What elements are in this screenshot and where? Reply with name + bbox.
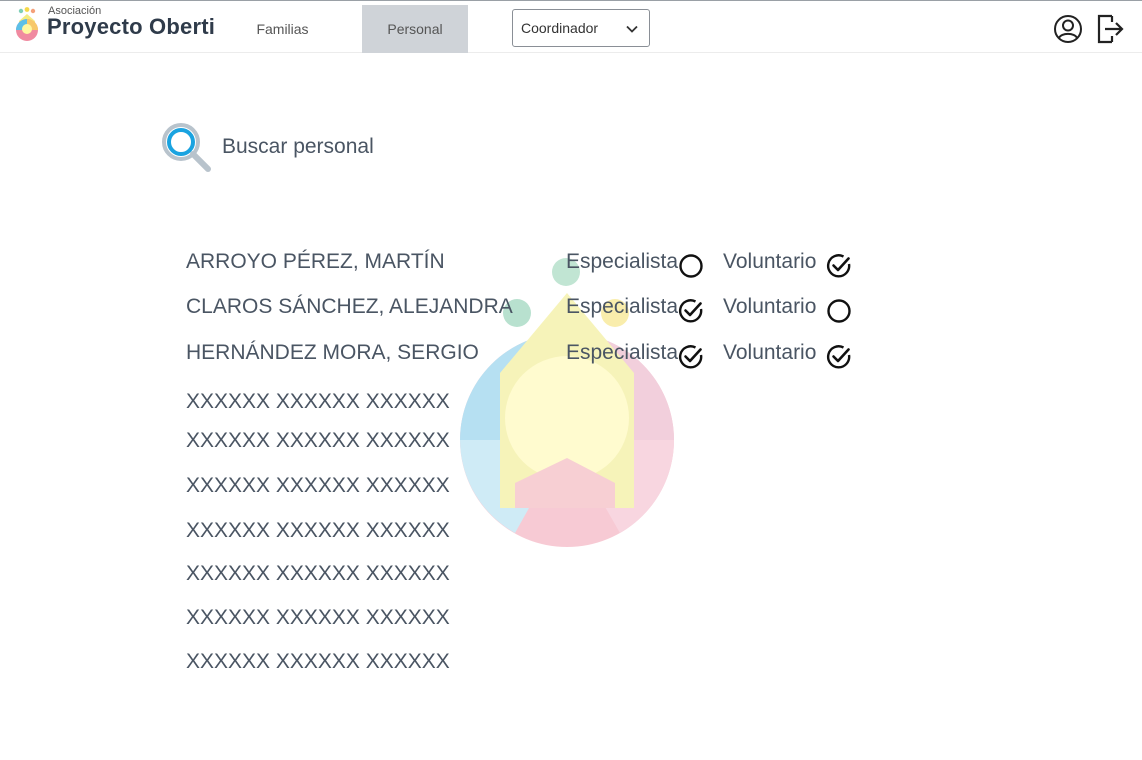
- voluntario-label: Voluntario: [723, 250, 817, 273]
- voluntario-label: Voluntario: [723, 295, 817, 318]
- voluntario-toggle[interactable]: Voluntario: [723, 250, 853, 280]
- tab-familias[interactable]: Familias: [240, 5, 325, 53]
- tab-personal[interactable]: Personal: [362, 5, 468, 53]
- especialista-toggle[interactable]: Especialista: [566, 250, 706, 280]
- staff-name[interactable]: HERNÁNDEZ MORA, SERGIO: [186, 341, 479, 365]
- search-label: Buscar personal: [222, 135, 374, 158]
- logo-mark-icon: [16, 7, 38, 41]
- especialista-label: Especialista: [566, 250, 679, 273]
- top-nav-bar: Asociación Proyecto Oberti Familias Pers…: [0, 1, 1142, 53]
- logout-icon[interactable]: [1096, 13, 1124, 45]
- empty-circle-icon[interactable]: [678, 253, 704, 279]
- magnifier-icon: [162, 123, 211, 172]
- check-circle-icon[interactable]: [826, 253, 852, 279]
- placeholder-row: XXXXXX XXXXXX XXXXXX: [186, 474, 450, 497]
- placeholder-row: XXXXXX XXXXXX XXXXXX: [186, 390, 450, 413]
- voluntario-toggle[interactable]: Voluntario: [723, 341, 853, 371]
- logo-title: Proyecto Oberti: [47, 14, 216, 39]
- empty-circle-icon[interactable]: [826, 298, 852, 324]
- staff-name[interactable]: ARROYO PÉREZ, MARTÍN: [186, 250, 445, 274]
- placeholder-row: XXXXXX XXXXXX XXXXXX: [186, 562, 450, 585]
- especialista-label: Especialista: [566, 341, 679, 364]
- search-personal[interactable]: Buscar personal: [160, 121, 420, 175]
- especialista-toggle[interactable]: Especialista: [566, 341, 706, 371]
- placeholder-row: XXXXXX XXXXXX XXXXXX: [186, 519, 450, 542]
- check-circle-icon[interactable]: [678, 298, 704, 324]
- especialista-toggle[interactable]: Especialista: [566, 295, 706, 325]
- placeholder-row: XXXXXX XXXXXX XXXXXX: [186, 429, 450, 452]
- voluntario-toggle[interactable]: Voluntario: [723, 295, 853, 325]
- placeholder-row: XXXXXX XXXXXX XXXXXX: [186, 606, 450, 629]
- especialista-label: Especialista: [566, 295, 679, 318]
- role-select-value: Coordinador: [521, 20, 599, 36]
- chevron-down-icon: [626, 25, 638, 33]
- voluntario-label: Voluntario: [723, 341, 817, 364]
- app-logo[interactable]: Asociación Proyecto Oberti: [12, 3, 242, 49]
- check-circle-icon[interactable]: [678, 344, 704, 370]
- check-circle-icon[interactable]: [826, 344, 852, 370]
- role-select[interactable]: Coordinador: [512, 9, 650, 47]
- placeholder-row: XXXXXX XXXXXX XXXXXX: [186, 650, 450, 673]
- staff-name[interactable]: CLAROS SÁNCHEZ, ALEJANDRA: [186, 295, 513, 319]
- user-circle-icon[interactable]: [1053, 14, 1083, 44]
